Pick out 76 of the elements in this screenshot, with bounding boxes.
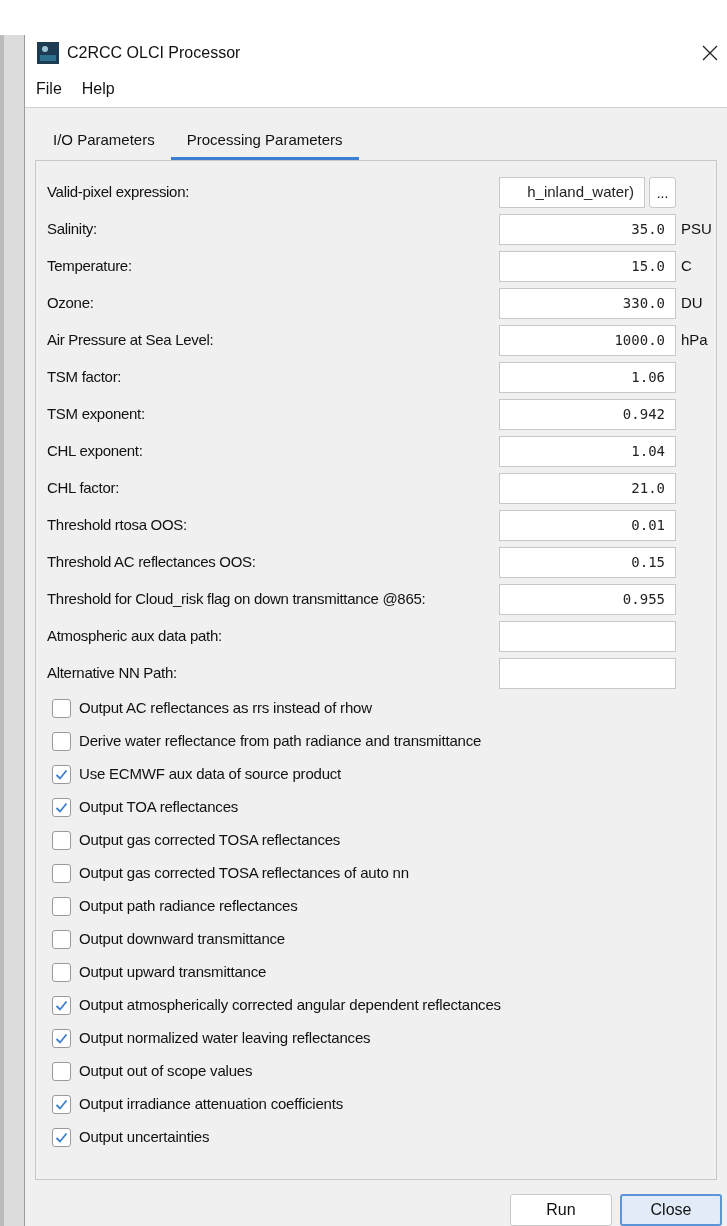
checkbox-label: Output AC reflectances as rrs instead of rhow [79,698,372,719]
checkbox-label: Output downward transmittance [79,929,285,950]
input-field[interactable]: 35.0 [499,214,676,245]
check-icon [55,1131,68,1144]
input-field[interactable]: 15.0 [499,251,676,282]
checkbox-label: Output path radiance reflectances [79,896,298,917]
unit-label: DU [681,293,703,314]
checkbox[interactable] [52,798,71,817]
checkbox-label: Output gas corrected TOSA reflectances of auto nn [79,863,409,884]
input-field[interactable]: 330.0 [499,288,676,319]
checkbox[interactable] [52,831,71,850]
check-icon [55,1098,68,1111]
tab[interactable]: I/O Parameters [37,123,171,160]
checkbox[interactable] [52,765,71,784]
checkbox-label: Output uncertainties [79,1127,210,1148]
parameter-label: Threshold AC reflectances OOS: [47,552,257,573]
checkbox[interactable] [52,963,71,982]
unit-label: hPa [681,330,708,351]
checkbox[interactable] [52,1029,71,1048]
checkbox-label: Output TOA reflectances [79,797,239,818]
browse-button[interactable]: ... [649,177,676,208]
checkbox-label: Output normalized water leaving reflectances [79,1028,371,1049]
close-icon[interactable] [701,43,719,62]
parameter-label: Air Pressure at Sea Level: [47,330,215,351]
check-icon [55,999,68,1012]
checkbox[interactable] [52,1062,71,1081]
checkbox-label: Derive water reflectance from path radiance and transmittance [79,731,482,752]
input-field[interactable]: 1.06 [499,362,676,393]
parameter-label: Threshold for Cloud_risk flag on down transmittance @865: [47,589,427,610]
input-field[interactable]: 1000.0 [499,325,676,356]
input-field[interactable]: h_inland_water) [499,177,645,208]
checkbox[interactable] [52,996,71,1015]
menu-item[interactable]: File [36,76,62,101]
window-title: C2RCC OLCI Processor [67,42,241,63]
parameter-label: CHL exponent: [47,441,144,462]
parameter-label: Atmospheric aux data path: [47,626,223,647]
input-field[interactable]: 0.01 [499,510,676,541]
checkbox-label: Output gas corrected TOSA reflectances [79,830,341,851]
check-icon [55,768,68,781]
input-field[interactable]: 0.955 [499,584,676,615]
parameter-label: Valid-pixel expression: [47,182,191,203]
checkbox[interactable] [52,864,71,883]
input-field[interactable] [499,621,676,652]
checkbox-label: Output atmospherically corrected angular dependent reflectances [79,995,501,1016]
parameter-label: Temperature: [47,256,133,277]
checkbox-label: Use ECMWF aux data of source product [79,764,342,785]
parameter-label: Threshold rtosa OOS: [47,515,188,536]
unit-label: C [681,256,692,277]
parameter-label: Ozone: [47,293,95,314]
dialog-button[interactable]: Run [510,1194,612,1226]
check-icon [55,1032,68,1045]
input-field[interactable]: 21.0 [499,473,676,504]
input-field[interactable]: 0.942 [499,399,676,430]
parameter-label: TSM exponent: [47,404,146,425]
parameter-label: TSM factor: [47,367,123,388]
parameter-label: CHL factor: [47,478,120,499]
menu-item[interactable]: Help [81,76,115,101]
checkbox-label: Output out of scope values [79,1061,253,1082]
dialog-button[interactable]: Close [620,1194,722,1226]
app-logo-icon [37,41,59,64]
checkbox[interactable] [52,1128,71,1147]
unit-label: PSU [681,219,712,240]
checkbox[interactable] [52,1095,71,1114]
tab[interactable]: Processing Parameters [170,123,359,160]
checkbox[interactable] [52,732,71,751]
checkbox[interactable] [52,897,71,916]
check-icon [55,801,68,814]
input-field[interactable] [499,658,676,689]
checkbox-label: Output irradiance attenuation coefficients [79,1094,343,1115]
checkbox[interactable] [52,930,71,949]
parameter-label: Salinity: [47,219,98,240]
checkbox-label: Output upward transmittance [79,962,267,983]
checkbox[interactable] [52,699,71,718]
parameter-label: Alternative NN Path: [47,663,178,684]
input-field[interactable]: 0.15 [499,547,676,578]
input-field[interactable]: 1.04 [499,436,676,467]
